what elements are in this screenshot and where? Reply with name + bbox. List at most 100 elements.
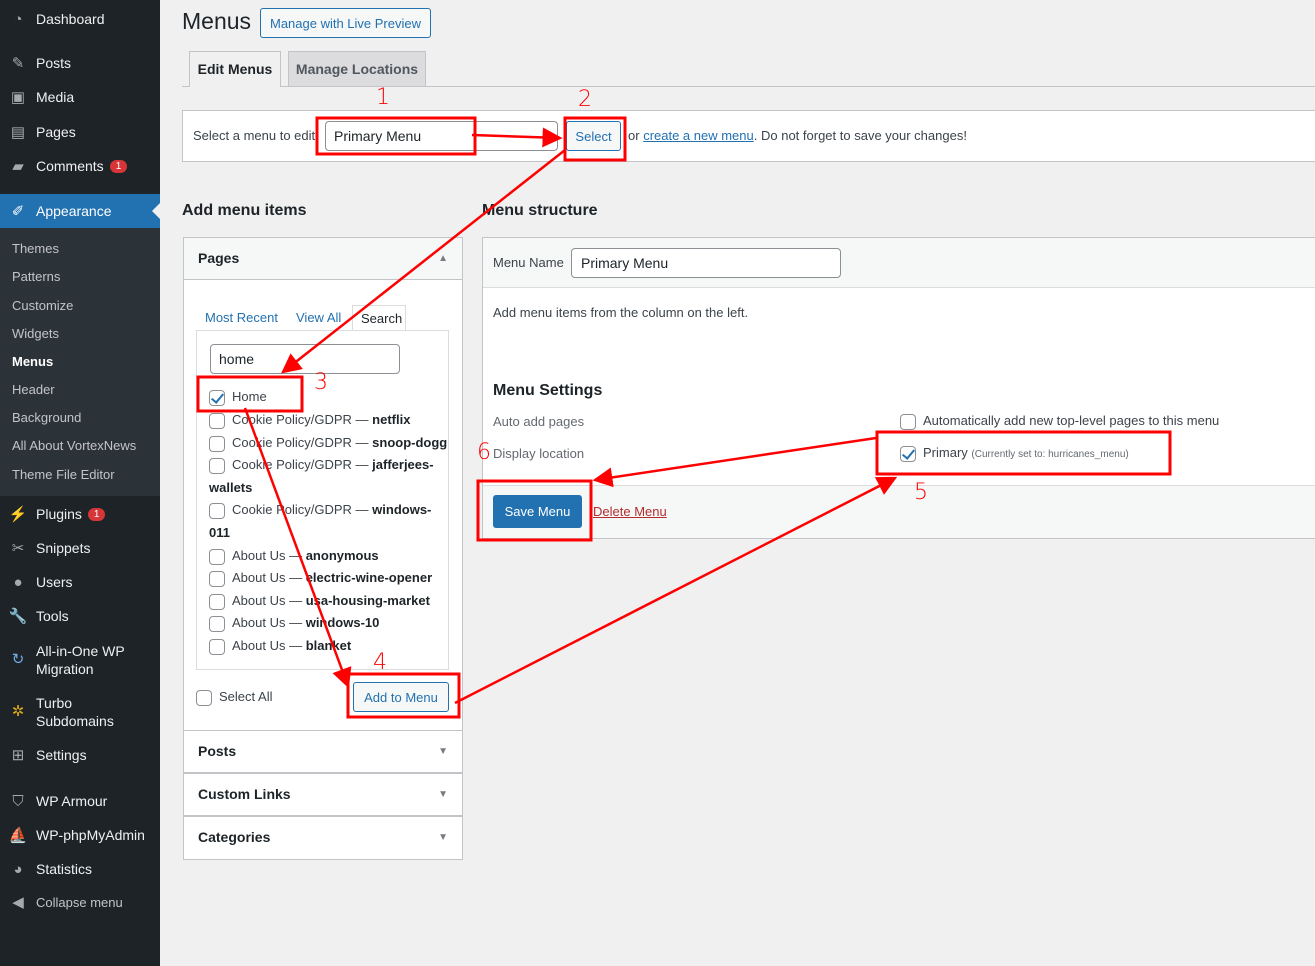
sidebar-item-comments[interactable]: ▰ Comments 1 [0, 155, 160, 177]
expand-arrow-icon[interactable]: ▼ [438, 789, 448, 800]
auto-add-checkbox[interactable]: Automatically add new top-level pages to… [900, 413, 1219, 430]
checkbox[interactable] [209, 615, 225, 632]
plugin-icon: ⚡ [8, 506, 28, 523]
submenu-patterns[interactable]: Patterns [12, 269, 60, 284]
sidebar-item-settings[interactable]: ⊞ Settings [0, 744, 160, 766]
sidebar-item-users[interactable]: ● Users [0, 571, 160, 593]
menu-name-input[interactable]: Primary Menu [571, 248, 841, 278]
page-result[interactable]: About Us — electric-wine-opener [209, 570, 432, 587]
expand-arrow-icon[interactable]: ▼ [438, 832, 448, 843]
collapse-icon: ◀ [12, 894, 24, 911]
sidebar-item-posts[interactable]: ✎ Posts [0, 52, 160, 74]
sidebar-item-dashboard[interactable]: ◔ Dashboard [0, 8, 160, 30]
checkbox[interactable] [209, 548, 225, 565]
primary-location-checkbox[interactable]: Primary (Currently set to: hurricanes_me… [900, 445, 1129, 462]
page-result[interactable]: About Us — usa-housing-market [209, 593, 430, 610]
comments-badge: 1 [109, 159, 128, 173]
posts-accordion[interactable]: Posts ▼ [183, 730, 463, 773]
tab-edit-menus[interactable]: Edit Menus [189, 51, 281, 87]
menu-structure-heading: Menu structure [482, 202, 598, 219]
checkbox[interactable] [196, 689, 212, 706]
sidebar-item-appearance[interactable]: ✐ Appearance [0, 194, 160, 228]
collapse-arrow-icon[interactable]: ▲ [438, 253, 448, 264]
shield-icon: ⛉ [12, 792, 24, 810]
active-pointer [144, 203, 160, 219]
checkbox-checked[interactable] [209, 389, 225, 406]
checkbox[interactable] [209, 638, 225, 655]
submenu-header[interactable]: Header [12, 382, 55, 397]
menu-name-label: Menu Name [493, 255, 564, 270]
page-title: Menus [182, 8, 252, 34]
add-menu-items-heading: Add menu items [182, 202, 307, 219]
sidebar-item-wp-armour[interactable]: ⛉ WP Armour [0, 790, 160, 812]
sidebar-item-statistics[interactable]: ◕ Statistics [0, 858, 160, 880]
annotation-number-5: 5 [914, 480, 928, 505]
annotation-number-1: 1 [376, 85, 390, 110]
checkbox[interactable] [900, 413, 916, 430]
submenu-widgets[interactable]: Widgets [12, 326, 59, 341]
pages-panel-header[interactable]: Pages ▲ [183, 237, 463, 280]
admin-sidebar: ◔ Dashboard ✎ Posts ▣ Media ▤ Pages ▰ Comment… [0, 0, 160, 966]
submenu-about-vortexnews[interactable]: All About VortexNews [12, 438, 136, 453]
annotation-number-6: 6 [477, 440, 491, 465]
menu-select-dropdown[interactable]: Primary Menu [325, 121, 558, 151]
plugins-badge: 1 [87, 507, 106, 521]
collapse-menu-button[interactable]: ◀ Collapse menu [0, 891, 160, 913]
submenu-themes[interactable]: Themes [12, 241, 59, 256]
page-result[interactable]: Cookie Policy/GDPR — netflix [209, 412, 410, 429]
submenu-menus[interactable]: Menus [12, 354, 53, 369]
live-preview-button[interactable]: Manage with Live Preview [260, 8, 431, 38]
annotation-number-3: 3 [314, 370, 328, 395]
checkbox[interactable] [209, 412, 225, 429]
submenu-customize[interactable]: Customize [12, 298, 73, 313]
select-all-checkbox[interactable]: Select All [196, 689, 272, 706]
checkbox[interactable] [209, 593, 225, 610]
categories-accordion[interactable]: Categories ▼ [183, 816, 463, 860]
page-result[interactable]: Cookie Policy/GDPR — jafferjees- [209, 457, 434, 474]
sidebar-item-media[interactable]: ▣ Media [0, 86, 160, 108]
sidebar-item-phpmyadmin[interactable]: ⛵ WP-phpMyAdmin [0, 824, 160, 846]
checkbox[interactable] [209, 435, 225, 452]
migration-icon: ↻ [11, 651, 25, 668]
sidebar-item-turbo-subdomains[interactable]: ✲ Turbo Subdomains [0, 693, 160, 731]
delete-menu-link[interactable]: Delete Menu [593, 504, 667, 519]
sidebar-item-tools[interactable]: 🔧 Tools [0, 605, 160, 627]
create-new-menu-link[interactable]: create a new menu [643, 128, 754, 143]
annotation-number-4: 4 [373, 650, 387, 675]
submenu-theme-file-editor[interactable]: Theme File Editor [12, 467, 115, 482]
expand-arrow-icon[interactable]: ▼ [438, 746, 448, 757]
create-menu-text: or create a new menu. Do not forget to s… [628, 128, 967, 143]
tab-most-recent[interactable]: Most Recent [205, 310, 278, 325]
tab-manage-locations[interactable]: Manage Locations [288, 51, 426, 86]
checkbox[interactable] [209, 457, 225, 474]
checkbox[interactable] [209, 502, 225, 519]
checkbox-checked[interactable] [900, 445, 916, 462]
tab-search[interactable]: Search [352, 305, 406, 331]
submenu-background[interactable]: Background [12, 410, 81, 425]
tab-view-all[interactable]: View All [296, 310, 341, 325]
sidebar-item-snippets[interactable]: ✂ Snippets [0, 537, 160, 559]
annotation-number-2: 2 [578, 87, 592, 112]
display-location-label: Display location [493, 446, 585, 461]
page-result[interactable]: About Us — anonymous [209, 548, 379, 565]
save-menu-button[interactable]: Save Menu [493, 495, 582, 528]
select-menu-label: Select a menu to edit: [193, 128, 319, 143]
page-result[interactable]: About Us — blanket [209, 638, 351, 655]
sidebar-item-migration[interactable]: ↻ All-in-One WP Migration [0, 641, 160, 679]
page-result-home[interactable]: Home [209, 389, 267, 406]
add-to-menu-button[interactable]: Add to Menu [353, 682, 449, 712]
brush-icon: ✐ [11, 203, 25, 220]
scissors-icon: ✂ [11, 540, 25, 557]
current-location-value: hurricanes_menu [1048, 449, 1126, 460]
checkbox[interactable] [209, 570, 225, 587]
page-search-input[interactable]: home [210, 344, 400, 374]
select-button[interactable]: Select [566, 121, 621, 151]
comment-icon: ▰ [12, 158, 24, 175]
page-result[interactable]: Cookie Policy/GDPR — windows- [209, 502, 431, 519]
sidebar-item-pages[interactable]: ▤ Pages [0, 121, 160, 143]
menu-instructions: Add menu items from the column on the le… [493, 305, 749, 320]
page-result[interactable]: Cookie Policy/GDPR — snoop-dogg [209, 435, 447, 452]
sidebar-item-plugins[interactable]: ⚡ Plugins 1 [0, 503, 160, 525]
custom-links-accordion[interactable]: Custom Links ▼ [183, 773, 463, 816]
page-result[interactable]: About Us — windows-10 [209, 615, 379, 632]
